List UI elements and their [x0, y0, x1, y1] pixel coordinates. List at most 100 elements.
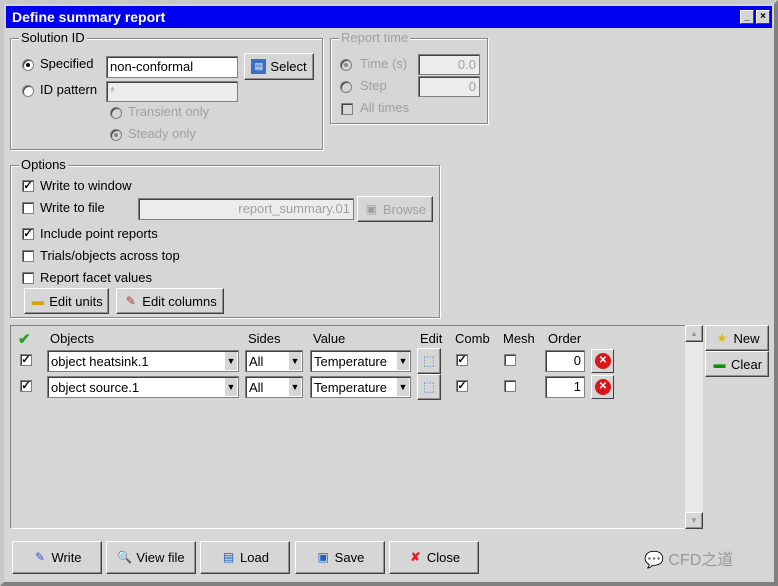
order-input[interactable]: 0	[545, 350, 585, 372]
id-pattern-input[interactable]: *	[106, 81, 238, 102]
units-icon: ▬	[31, 293, 44, 308]
dropdown-arrow-icon: ▼	[397, 378, 409, 396]
header-comb: Comb	[455, 331, 490, 346]
step-input[interactable]: 0	[418, 76, 480, 97]
close-button[interactable]: ✘ Close	[389, 541, 479, 574]
edit-columns-button[interactable]: ✎ Edit columns	[116, 288, 224, 314]
report-facet-values-checkbox[interactable]	[22, 272, 34, 284]
steady-only-label: Steady only	[128, 126, 196, 141]
all-times-label: All times	[360, 100, 410, 115]
clear-button[interactable]: ▬ Clear	[705, 351, 769, 377]
scroll-up-button[interactable]: ▲	[685, 325, 703, 342]
specified-label: Specified	[40, 56, 94, 71]
dropdown-arrow-icon: ▼	[225, 352, 237, 370]
object-select[interactable]: object heatsink.1 ▼	[47, 350, 239, 372]
dropdown-arrow-icon: ▼	[289, 378, 301, 396]
edit-units-button[interactable]: ▬ Edit units	[24, 288, 109, 314]
scroll-down-button[interactable]: ▼	[685, 512, 703, 529]
write-label: Write	[51, 550, 82, 565]
delete-row-button[interactable]: ✕	[591, 349, 614, 373]
object-value: object heatsink.1	[51, 354, 149, 369]
vertical-scrollbar[interactable]: ▲ ▼	[685, 325, 703, 529]
all-times-checkbox[interactable]	[341, 103, 353, 115]
save-label: Save	[334, 550, 365, 565]
view-file-icon: 🔍	[117, 550, 133, 564]
row-enabled-checkbox[interactable]: ✓	[20, 380, 32, 392]
chat-icon: 💬	[644, 552, 664, 569]
header-mesh: Mesh	[503, 331, 535, 346]
delete-row-button[interactable]: ✕	[591, 375, 614, 399]
step-radio[interactable]	[340, 81, 352, 93]
close-icon: ✘	[410, 550, 421, 564]
watermark-text: CFD之道	[668, 552, 734, 569]
mesh-checkbox[interactable]	[504, 380, 516, 392]
steady-only-radio[interactable]	[110, 129, 122, 141]
save-button[interactable]: ▣ Save	[295, 541, 385, 574]
delete-icon: ✕	[595, 379, 611, 395]
comb-checkbox[interactable]: ✓	[456, 380, 468, 392]
include-point-reports-checkbox[interactable]: ✓	[22, 228, 34, 240]
minimize-button[interactable]: _	[740, 10, 754, 24]
write-button[interactable]: ✎ Write	[12, 541, 102, 574]
specified-radio[interactable]	[22, 59, 34, 71]
write-to-window-checkbox[interactable]: ✓	[22, 180, 34, 192]
order-input[interactable]: 1	[545, 376, 585, 398]
time-label: Time (s)	[360, 56, 408, 71]
clear-icon: ▬	[713, 356, 726, 371]
dialog-window: Define summary report _ × Solution ID Sp…	[0, 0, 778, 586]
dropdown-arrow-icon: ▼	[289, 352, 301, 370]
edit-units-label: Edit units	[49, 293, 103, 309]
close-window-button[interactable]: ×	[756, 10, 770, 24]
write-to-file-label: Write to file	[40, 200, 105, 215]
edit-row-button[interactable]: ⬚	[417, 348, 441, 374]
id-pattern-radio[interactable]	[22, 85, 34, 97]
write-to-window-label: Write to window	[40, 178, 132, 193]
file-name-input[interactable]: report_summary.01	[138, 198, 354, 220]
dropdown-arrow-icon: ▼	[225, 378, 237, 396]
new-button[interactable]: ★ New	[705, 325, 769, 351]
write-to-file-checkbox[interactable]	[22, 202, 34, 214]
load-button[interactable]: ▤ Load	[200, 541, 290, 574]
comb-checkbox[interactable]: ✓	[456, 354, 468, 366]
close-label: Close	[426, 550, 461, 565]
options-label: Options	[19, 157, 68, 172]
value-value: Temperature	[314, 380, 387, 395]
load-icon: ▤	[222, 550, 235, 564]
header-edit: Edit	[420, 331, 443, 346]
sides-select[interactable]: All ▼	[245, 350, 303, 372]
sides-value: All	[249, 380, 264, 395]
id-pattern-label: ID pattern	[40, 82, 98, 97]
time-radio[interactable]	[340, 59, 352, 71]
value-select[interactable]: Temperature ▼	[310, 350, 411, 372]
trials-across-top-label: Trials/objects across top	[40, 248, 180, 263]
value-select[interactable]: Temperature ▼	[310, 376, 411, 398]
value-value: Temperature	[314, 354, 387, 369]
specified-input[interactable]: non-conformal	[106, 56, 238, 78]
load-label: Load	[240, 550, 269, 565]
clear-label: Clear	[730, 356, 763, 372]
row-enabled-checkbox[interactable]: ✓	[20, 354, 32, 366]
select-button[interactable]: ▤ Select	[244, 53, 314, 80]
sides-value: All	[249, 354, 264, 369]
include-point-reports-label: Include point reports	[40, 226, 158, 241]
object-select[interactable]: object source.1 ▼	[47, 376, 239, 398]
view-file-label: View file	[136, 550, 185, 565]
object-value: object source.1	[51, 380, 140, 395]
save-icon: ▣	[317, 550, 329, 564]
transient-only-radio[interactable]	[110, 107, 122, 119]
write-icon: ✎	[34, 550, 45, 564]
report-facet-values-label: Report facet values	[40, 270, 153, 285]
delete-icon: ✕	[595, 353, 611, 369]
sides-select[interactable]: All ▼	[245, 376, 303, 398]
dropdown-arrow-icon: ▼	[397, 352, 409, 370]
star-icon: ★	[716, 330, 728, 345]
edit-row-button[interactable]: ⬚	[417, 374, 441, 400]
view-file-button[interactable]: 🔍 View file	[106, 541, 196, 574]
check-all-icon[interactable]: ✔	[18, 330, 31, 348]
mesh-checkbox[interactable]	[504, 354, 516, 366]
new-label: New	[733, 330, 760, 346]
trials-across-top-checkbox[interactable]	[22, 250, 34, 262]
time-input[interactable]: 0.0	[418, 54, 480, 75]
browse-button[interactable]: ▣ Browse	[357, 196, 433, 222]
step-label: Step	[360, 78, 387, 93]
